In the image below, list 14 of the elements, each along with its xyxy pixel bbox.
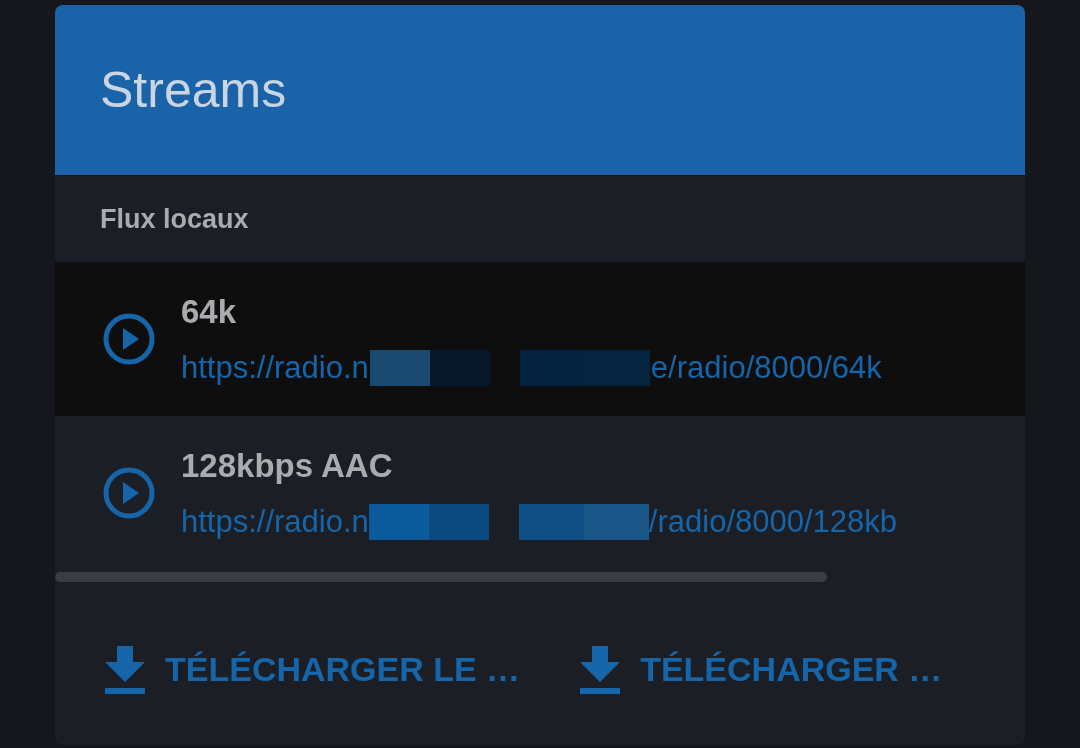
section-title: Flux locaux (100, 202, 249, 236)
stream-url: https://radio.n (181, 348, 369, 387)
dialog-title: Streams (100, 60, 287, 120)
download-icon (105, 645, 145, 694)
stream-row[interactable]: 64k https://radio.n e/radio/8000/64k (55, 262, 1025, 416)
horizontal-scrollbar[interactable] (55, 572, 827, 582)
stream-name: 128kbps AAC (181, 446, 394, 486)
stream-url: /radio/8000/128kb (648, 502, 898, 541)
play-icon[interactable] (103, 313, 155, 365)
stream-name: 64k (181, 292, 238, 332)
download-icon (580, 645, 621, 694)
play-icon[interactable] (103, 467, 155, 519)
stream-url: https://radio.n (181, 502, 369, 541)
stream-url: e/radio/8000/64k (650, 348, 882, 387)
